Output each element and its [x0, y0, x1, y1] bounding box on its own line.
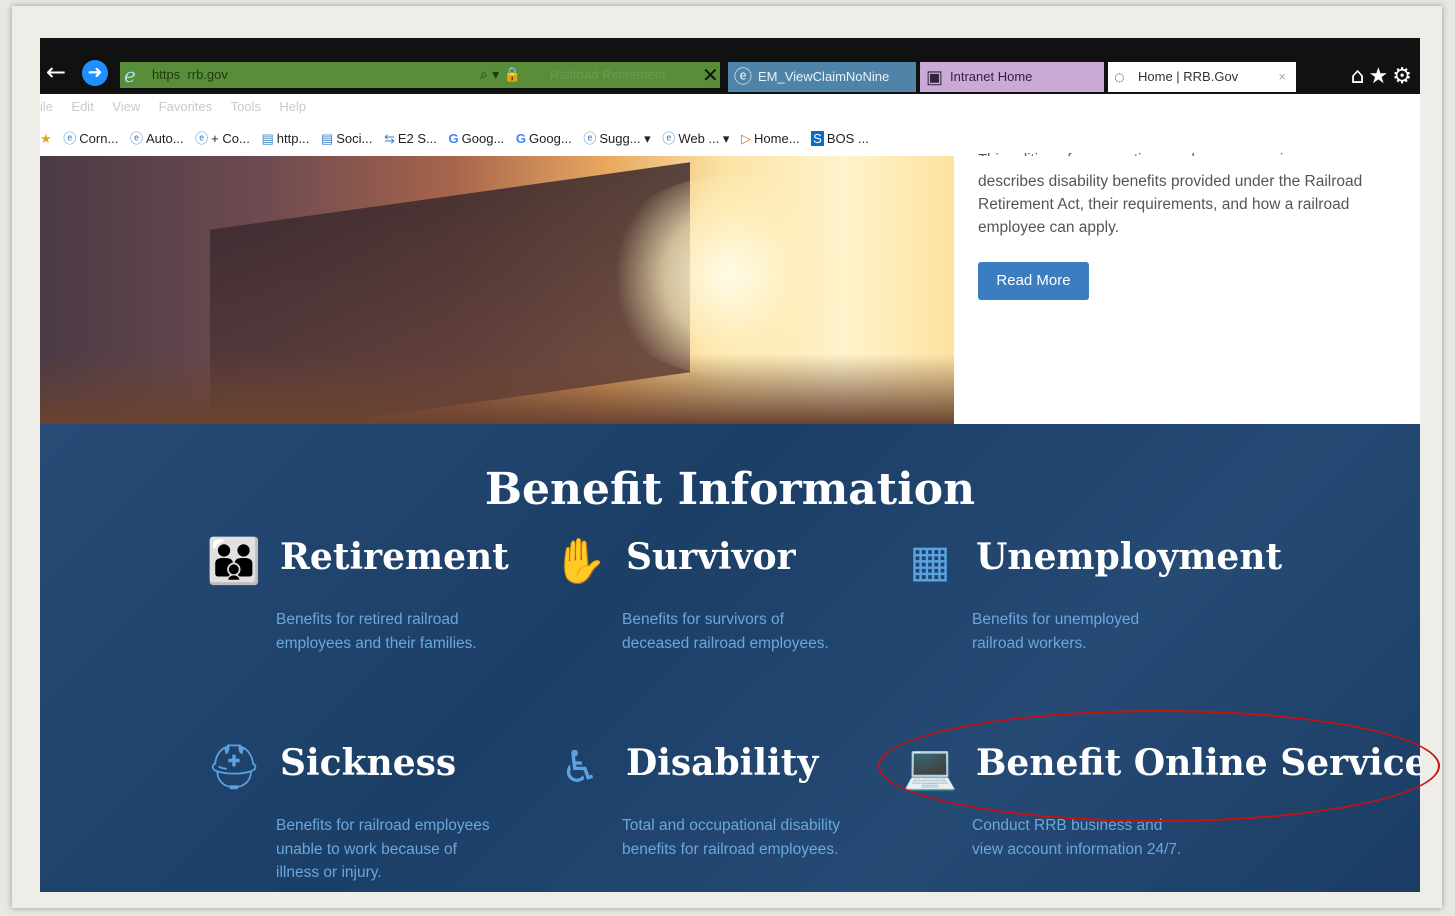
favorite-item[interactable]: ⓔ Sugg... ▾ [583, 122, 650, 156]
home-star-gear-icons[interactable]: ⌂★⚙ [1351, 64, 1416, 89]
tab-intranet-home[interactable]: ▣ Intranet Home [920, 62, 1104, 92]
card-title[interactable]: Survivor [626, 536, 796, 578]
back-arrow-icon[interactable]: ← [46, 60, 66, 84]
favorite-item[interactable]: S BOS ... [811, 122, 869, 156]
card-description: Benefits for unemployed railroad workers… [972, 611, 1140, 652]
tab-label: Home | RRB.Gov [1138, 69, 1239, 84]
ssa-icon: ▤ [261, 131, 274, 146]
google-icon: G [448, 131, 459, 146]
menu-favorites[interactable]: Favorites [159, 94, 212, 120]
ie-icon: ⓔ [129, 131, 143, 146]
loading-icon: ◌ [1114, 67, 1125, 87]
benefit-information-section: Benefit Information 👪 Retirement Benefit… [40, 424, 1420, 892]
annotation-circle [878, 710, 1440, 822]
read-more-button[interactable]: Read More [978, 262, 1089, 300]
sun-glow [600, 176, 860, 376]
wheelchair-icon: ♿ [560, 742, 600, 793]
forward-arrow-icon[interactable]: ➜ [82, 60, 108, 86]
card-title[interactable]: Sickness [280, 742, 456, 784]
tab-home-rrb[interactable]: ◌ Home | RRB.Gov × [1108, 62, 1296, 92]
section-title: Benefit Information [484, 464, 976, 515]
card-title[interactable]: Disability [626, 742, 818, 784]
sharepoint-icon: S [811, 131, 824, 146]
card-title[interactable]: Unemployment [976, 536, 1282, 578]
site-identity: Railroad Retirement [550, 67, 666, 82]
ie-logo-icon: e [124, 63, 136, 87]
card-description: Total and occupational disability benefi… [622, 817, 840, 858]
calendar-money-icon: ▦ [909, 536, 951, 587]
favorite-item[interactable]: ⇆ E2 S... [384, 122, 437, 156]
favorite-item[interactable]: G Goog... [449, 122, 505, 156]
home-page-icon: ▷ [741, 131, 752, 146]
favorite-item[interactable]: ▤ Soci... [321, 122, 372, 156]
ssa-icon: ▤ [320, 131, 334, 146]
menu-view[interactable]: View [112, 94, 140, 120]
favorite-item[interactable]: ▷ Home... [741, 122, 800, 156]
tab-em-viewclaim[interactable]: ⓔ EM_ViewClaimNoNine [728, 62, 916, 92]
favorite-item[interactable]: ⓔ Auto... [130, 122, 184, 156]
hero-cut-line: This edition of our questions and answer… [978, 148, 1398, 156]
menu-bar: File Edit View Favorites Tools Help [40, 94, 1420, 120]
favorite-item[interactable]: ▤ http... [261, 122, 309, 156]
tab-label: EM_ViewClaimNoNine [758, 69, 890, 84]
favorite-item[interactable]: ⓔ Corn... [63, 122, 118, 156]
grass [40, 354, 954, 424]
family-icon: 👪 [206, 536, 262, 587]
favorites-star-icon[interactable]: ★ [40, 122, 52, 156]
ie-icon: ⓔ [63, 131, 77, 146]
hero-text-panel: This edition of our questions and answer… [954, 151, 1420, 424]
card-description: Benefits for retired railroad employees … [276, 611, 477, 652]
card-description: Benefits for railroad employees unable t… [276, 817, 490, 881]
address-url: https rrb.gov [152, 67, 228, 82]
ie-icon: ⓔ [195, 131, 209, 146]
card-title[interactable]: Retirement [280, 536, 509, 578]
close-icon[interactable]: ✕ [702, 62, 719, 88]
tab-close-icon[interactable]: × [1278, 62, 1286, 92]
card-description: Benefits for survivors of deceased railr… [622, 611, 829, 652]
hero-image [40, 156, 954, 424]
tab-label: Intranet Home [950, 69, 1033, 84]
network-icon: ⇆ [383, 131, 395, 146]
favorite-item[interactable]: ⓔ Web ... ▾ [662, 122, 729, 156]
favorite-item[interactable]: ⓔ + Co... [195, 122, 250, 156]
menu-tools[interactable]: Tools [231, 94, 261, 120]
search-icon[interactable]: ⌕ ▾ 🔒 [480, 62, 521, 88]
ie-icon: ⓔ [583, 131, 597, 146]
browser-toolbar: ← ➜ e https rrb.gov ⌕ ▾ 🔒 Railroad Retir… [40, 38, 1420, 94]
favorite-item[interactable]: G Goog... [516, 122, 572, 156]
nurse-icon: ⛑ [206, 742, 262, 793]
ie-icon: ⓔ [734, 67, 752, 87]
ie-icon: ⓔ [662, 131, 676, 146]
menu-file[interactable]: File [40, 94, 53, 120]
hands-family-icon: ✋ [552, 536, 608, 587]
intranet-icon: ▣ [926, 67, 944, 87]
address-bar[interactable]: e https rrb.gov ⌕ ▾ 🔒 Railroad Retiremen… [120, 62, 720, 88]
google-icon: G [515, 131, 527, 146]
hero-description: describes disability benefits provided u… [978, 173, 1363, 236]
menu-edit[interactable]: Edit [71, 94, 93, 120]
menu-help[interactable]: Help [279, 94, 306, 120]
